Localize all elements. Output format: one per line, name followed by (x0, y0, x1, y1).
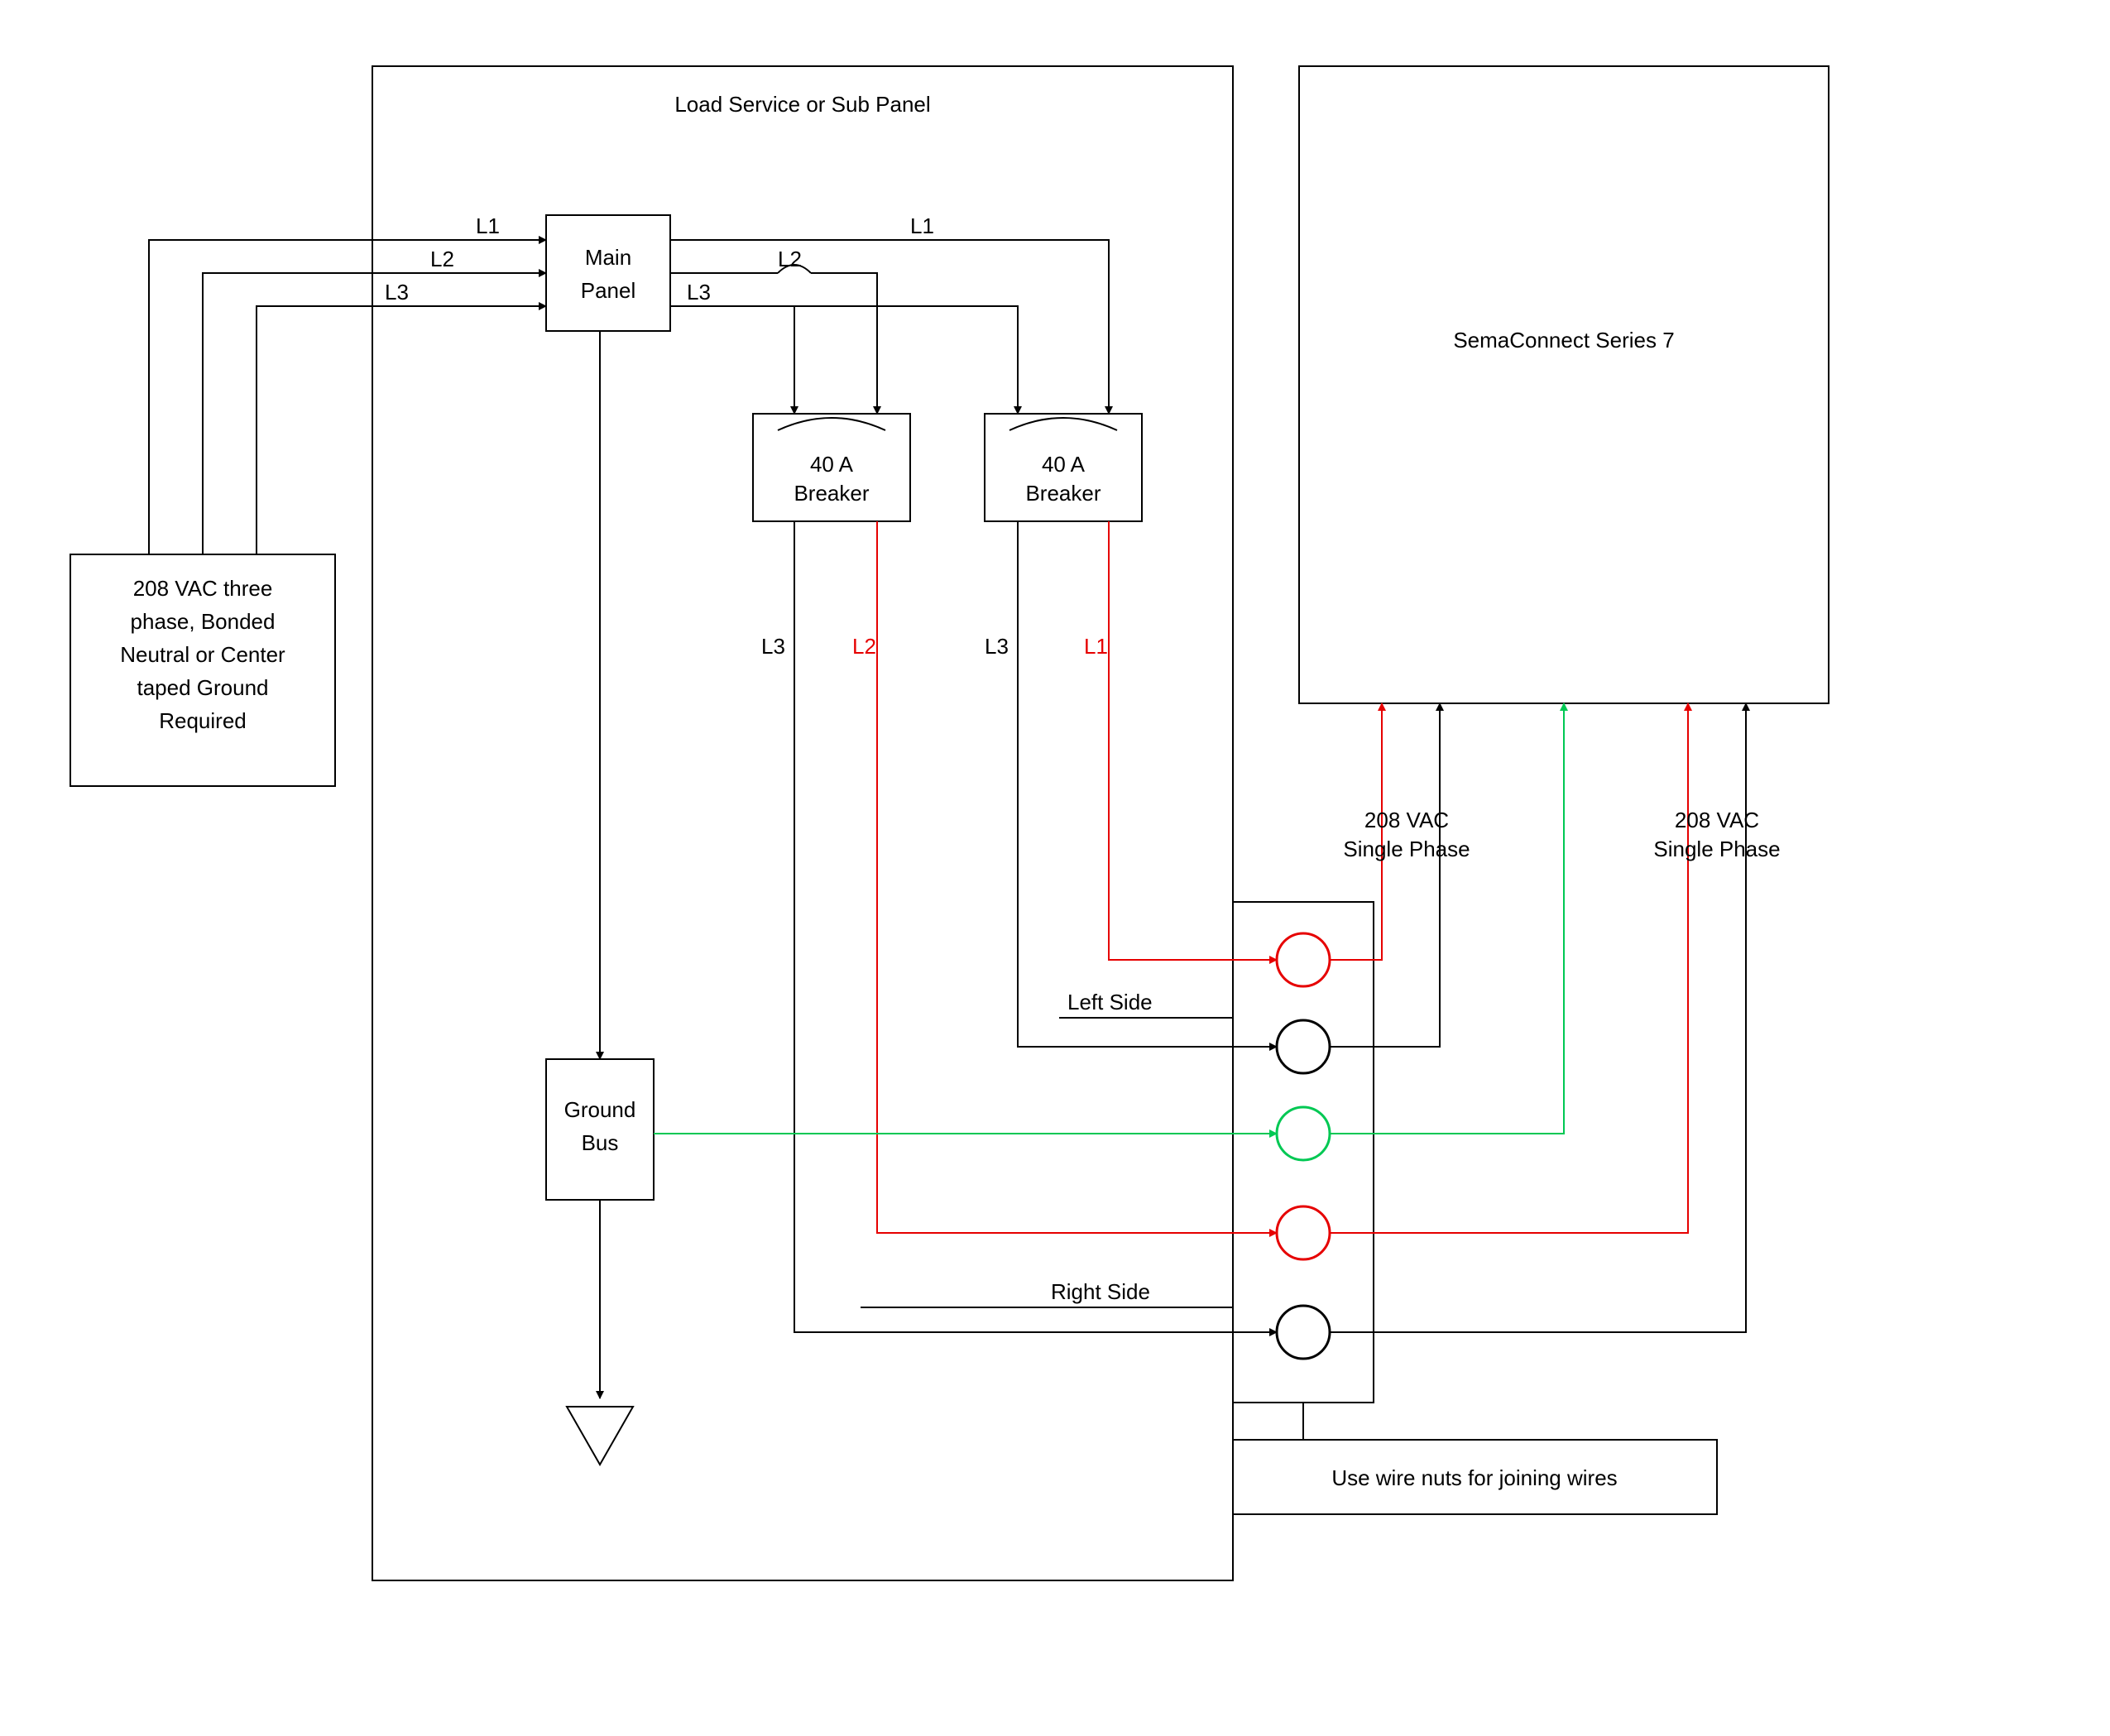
wiring-diagram: Load Service or Sub Panel 208 VAC three … (0, 0, 2110, 1736)
device-label: SemaConnect Series 7 (1453, 328, 1674, 352)
lbl-b2-L3: L3 (985, 634, 1009, 659)
device-box (1299, 66, 1829, 703)
lbl-b2-L1: L1 (1084, 634, 1108, 659)
left-side-label: Left Side (1067, 990, 1153, 1014)
sub-panel-box (372, 66, 1233, 1580)
vac-right-l1: 208 VAC (1675, 808, 1759, 832)
main-panel-l2: Panel (581, 278, 636, 303)
term-5-blk (1277, 1306, 1330, 1359)
term-4-red (1277, 1206, 1330, 1259)
source-l4: taped Ground (137, 675, 268, 700)
wire-b1-L3-term5 (794, 629, 1277, 1332)
panel-title: Load Service or Sub Panel (674, 92, 930, 117)
term-1-red (1277, 933, 1330, 986)
terminal-block (1233, 902, 1374, 1403)
vac-right-l2: Single Phase (1653, 837, 1780, 861)
term-3-grn (1277, 1107, 1330, 1160)
ground-bus-box (546, 1059, 654, 1200)
lbl-b1-L2: L2 (852, 634, 876, 659)
breaker1-l1: 40 A (810, 452, 854, 477)
term-2-blk (1277, 1020, 1330, 1073)
wire-term2-dev (1330, 703, 1440, 1047)
lbl-src-L2: L2 (430, 247, 454, 271)
vac-left-l1: 208 VAC (1364, 808, 1449, 832)
wire-mp-L3b (794, 306, 1018, 414)
wire-b2-L1-term1 (1109, 629, 1277, 960)
lbl-b1-L3: L3 (761, 634, 785, 659)
source-l1: 208 VAC three (133, 576, 273, 601)
main-panel-box (546, 215, 670, 331)
source-l5: Required (159, 708, 247, 733)
breaker1-l2: Breaker (794, 481, 869, 506)
wire-src-L2 (203, 273, 546, 554)
lbl-src-L3: L3 (385, 280, 409, 305)
source-l2: phase, Bonded (131, 609, 276, 634)
lbl-mp-L3: L3 (687, 280, 711, 305)
wire-mp-L2b (811, 273, 877, 414)
wire-mp-L3a (670, 306, 794, 414)
ground-bus-l2: Bus (582, 1130, 619, 1155)
vac-left-l2: Single Phase (1343, 837, 1470, 861)
ground-bus-l1: Ground (564, 1097, 636, 1122)
wire-term4-dev (1330, 703, 1688, 1233)
breaker2-l1: 40 A (1042, 452, 1086, 477)
wire-src-L3 (257, 306, 546, 554)
wire-b1-L2-term4 (877, 629, 1277, 1233)
wire-term5-dev (1330, 703, 1746, 1332)
lbl-mp-L1: L1 (910, 213, 934, 238)
breaker1-arc (778, 418, 885, 430)
wire-src-L1 (149, 240, 546, 554)
breaker2-l2: Breaker (1025, 481, 1101, 506)
main-panel-l1: Main (585, 245, 631, 270)
breaker2-arc (1009, 418, 1117, 430)
lbl-mp-L2: L2 (778, 247, 802, 271)
right-side-label: Right Side (1051, 1279, 1150, 1304)
lbl-src-L1: L1 (476, 213, 500, 238)
wire-b2-L3-term2 (1018, 629, 1277, 1047)
wire-mp-L1 (670, 240, 1109, 414)
note-text: Use wire nuts for joining wires (1331, 1465, 1617, 1490)
wire-term3-dev (1330, 703, 1564, 1134)
source-l3: Neutral or Center (120, 642, 285, 667)
earth-symbol (567, 1407, 633, 1465)
